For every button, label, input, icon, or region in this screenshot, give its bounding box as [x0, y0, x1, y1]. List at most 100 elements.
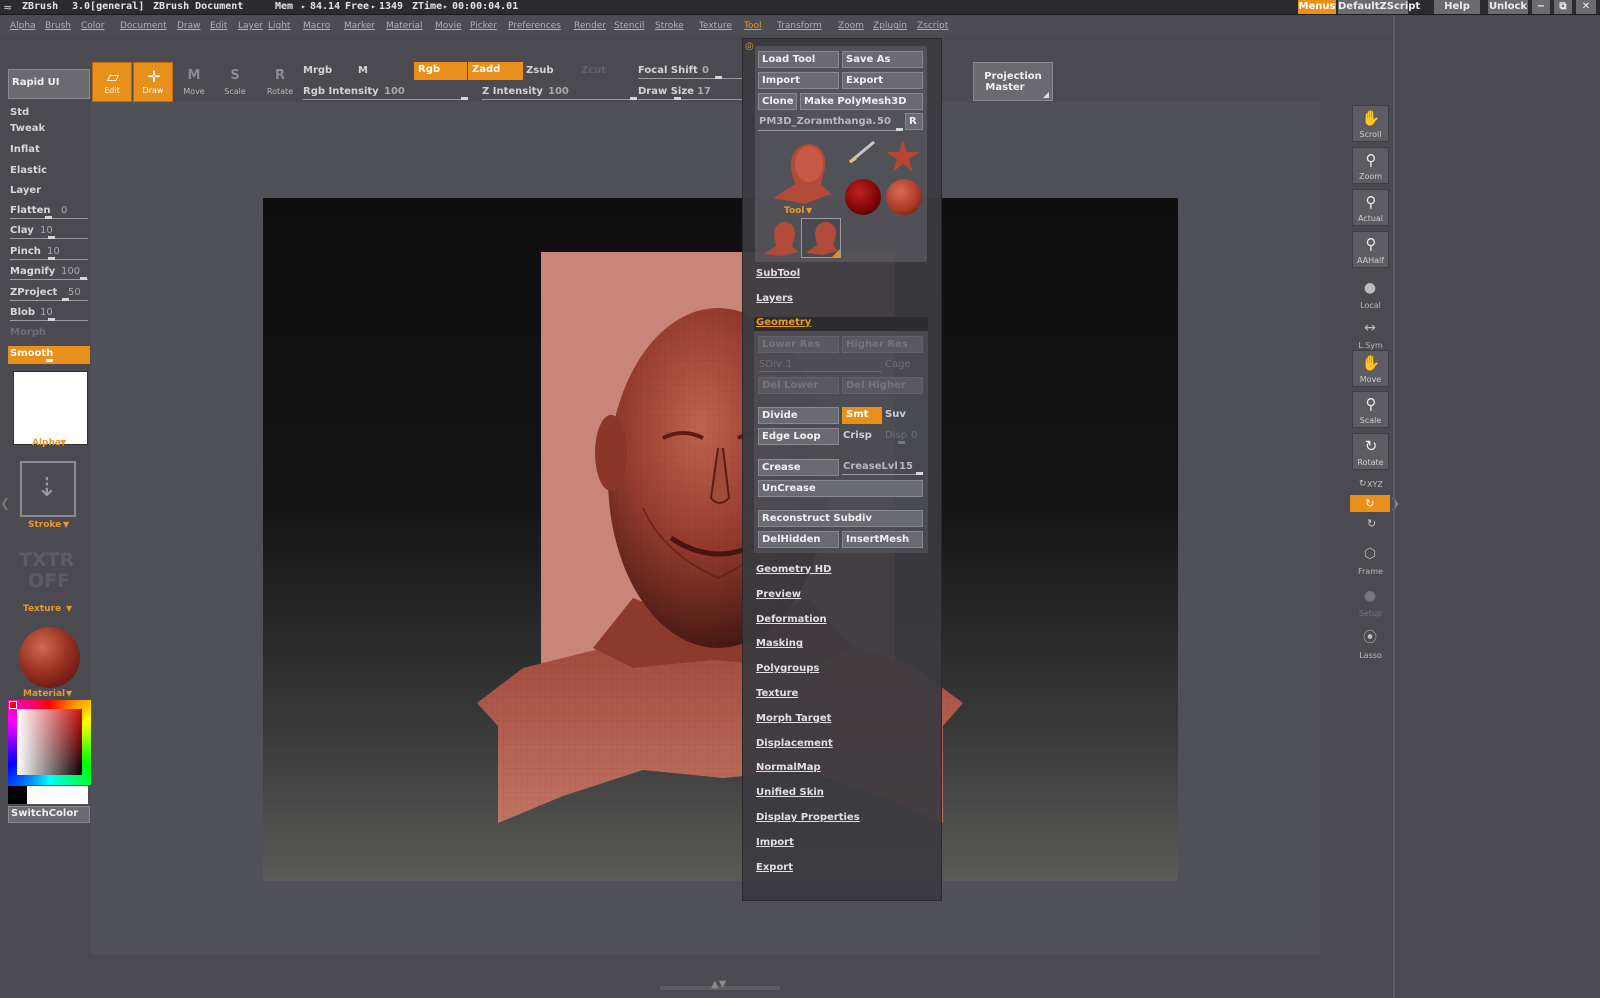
menu-zoom[interactable]: Zoom	[838, 20, 864, 32]
crisp-toggle[interactable]: Crisp	[843, 430, 872, 441]
uncrease-button[interactable]: UnCrease	[758, 480, 923, 497]
creaselvl-knob[interactable]	[916, 472, 923, 475]
rotate-view-button[interactable]: ↻ Rotate	[1352, 433, 1389, 470]
menu-brush[interactable]: Brush	[45, 20, 71, 32]
brush-magnify-knob[interactable]	[80, 277, 87, 280]
draw-size-track[interactable]	[638, 99, 742, 100]
geometry-section-header[interactable]: Geometry	[754, 317, 928, 331]
crease-button[interactable]: Crease	[758, 459, 839, 476]
material-label[interactable]: Material	[23, 689, 65, 699]
section-display-properties[interactable]: Display Properties	[756, 812, 860, 823]
section-preview[interactable]: Preview	[756, 589, 801, 600]
stroke-label[interactable]: Stroke	[28, 520, 61, 530]
load-tool-button[interactable]: Load Tool	[758, 51, 839, 68]
menu-marker[interactable]: Marker	[344, 20, 375, 32]
document-canvas[interactable]	[263, 198, 1178, 881]
menu-document[interactable]: Document	[120, 20, 167, 32]
rgb-toggle[interactable]: Rgb	[414, 62, 467, 80]
right-dock-arrow-icon[interactable]: ❯	[1390, 496, 1400, 510]
menu-edit[interactable]: Edit	[210, 20, 227, 32]
delhidden-button[interactable]: DelHidden	[758, 531, 839, 548]
zoom-button[interactable]: ⚲ Zoom	[1352, 147, 1389, 184]
menu-tool[interactable]: Tool	[744, 20, 761, 32]
make-polymesh-button[interactable]: Make PolyMesh3D	[800, 93, 923, 110]
edit-mode-button[interactable]: ▱ Edit	[92, 62, 132, 102]
save-as-button[interactable]: Save As	[842, 51, 923, 68]
rapid-ui-button[interactable]: Rapid UI	[8, 69, 90, 99]
brush-elastic[interactable]: Elastic	[10, 165, 47, 176]
menu-zplugin[interactable]: Zplugin	[873, 20, 907, 32]
section-deformation[interactable]: Deformation	[756, 614, 827, 625]
z-rotate-icon[interactable]: ↻	[1367, 517, 1376, 530]
tool-current-label[interactable]: Tool	[784, 206, 804, 216]
menu-zscript[interactable]: Zscript	[917, 20, 948, 32]
palette-pin-icon[interactable]: ◎	[745, 41, 754, 52]
rgb-intensity-track[interactable]	[303, 99, 465, 100]
z-intensity-label[interactable]: Z Intensity	[482, 86, 543, 97]
color-picker[interactable]	[8, 700, 91, 785]
restore-icon[interactable]: ⧉	[1553, 0, 1572, 14]
rgb-intensity-label[interactable]: Rgb Intensity	[303, 86, 379, 97]
edge-loop-button[interactable]: Edge Loop	[758, 428, 839, 445]
brush-zproject-knob[interactable]	[62, 298, 69, 301]
smooth-slider-knob[interactable]	[46, 359, 53, 362]
scale-view-button[interactable]: ⚲ Scale	[1352, 391, 1389, 428]
stroke-thumbnail[interactable]: ⇣	[20, 461, 76, 517]
texture-label[interactable]: Texture	[23, 604, 61, 614]
r-button[interactable]: R	[905, 113, 923, 130]
brush-pinch-label[interactable]: Pinch	[10, 246, 41, 257]
section-normalmap[interactable]: NormalMap	[756, 762, 821, 773]
close-icon[interactable]: ✕	[1575, 0, 1596, 14]
menu-movie[interactable]: Movie	[435, 20, 462, 32]
brush-zproject-track[interactable]	[10, 300, 88, 301]
export-tool-button[interactable]: Export	[842, 72, 923, 89]
tool-thumbnail-head-small-2[interactable]	[801, 218, 841, 258]
xyz-label[interactable]: XYZ	[1367, 480, 1383, 489]
section-texture[interactable]: Texture	[756, 688, 798, 699]
divide-button[interactable]: Divide	[758, 407, 839, 424]
zadd-toggle[interactable]: Zadd	[468, 62, 523, 80]
draw-mode-button[interactable]: ✛ Draw	[133, 62, 173, 102]
lsym-button[interactable]: ↔ L.Sym	[1352, 315, 1389, 352]
help-button[interactable]: Help	[1433, 0, 1480, 14]
rgb-intensity-knob[interactable]	[461, 97, 468, 100]
scale-mode-button[interactable]: S Scale	[215, 62, 255, 102]
secondary-color-swatch[interactable]	[8, 786, 27, 804]
subtool-section[interactable]: SubTool	[756, 268, 800, 279]
section-unified-skin[interactable]: Unified Skin	[756, 787, 824, 798]
tool-thumbnail-head-small-1[interactable]	[760, 218, 800, 258]
menu-layer[interactable]: Layer	[238, 20, 263, 32]
brush-magnify-label[interactable]: Magnify	[10, 266, 55, 277]
focal-shift-track[interactable]	[638, 78, 742, 79]
section-morph-target[interactable]: Morph Target	[756, 713, 831, 724]
menus-button[interactable]: Menus	[1297, 0, 1336, 14]
menu-texture[interactable]: Texture	[699, 20, 732, 32]
main-color-swatch[interactable]	[27, 786, 88, 804]
alpha-thumbnail[interactable]	[13, 371, 88, 445]
tool-thumbnail-pencil[interactable]	[846, 138, 880, 168]
focal-shift-knob[interactable]	[715, 76, 722, 79]
mrgb-toggle[interactable]: Mrgb	[303, 65, 332, 76]
m-toggle[interactable]: M	[358, 65, 368, 76]
menu-stroke[interactable]: Stroke	[655, 20, 684, 32]
tool-thumbnail-head[interactable]	[765, 140, 833, 206]
menu-material[interactable]: Material	[386, 20, 423, 32]
menu-color[interactable]: Color	[81, 20, 105, 32]
move-view-button[interactable]: ✋ Move	[1352, 350, 1389, 387]
brush-flatten-knob[interactable]	[45, 216, 52, 219]
brush-inflat[interactable]: Inflat	[10, 144, 40, 155]
brush-blob-label[interactable]: Blob	[10, 307, 35, 318]
section-export[interactable]: Export	[756, 862, 793, 873]
brush-layer[interactable]: Layer	[10, 185, 41, 196]
layers-section[interactable]: Layers	[756, 293, 793, 304]
tool-slider-knob[interactable]	[896, 128, 903, 131]
menu-preferences[interactable]: Preferences	[508, 20, 561, 32]
tool-thumbnail-sphere[interactable]	[886, 179, 922, 215]
minimize-icon[interactable]: −	[1531, 0, 1550, 14]
projection-master-button[interactable]: Projection Master ◢	[973, 62, 1053, 101]
brush-zproject-label[interactable]: ZProject	[10, 287, 57, 298]
creaselvl-label[interactable]: CreaseLvl	[843, 461, 898, 472]
creaselvl-track[interactable]	[842, 474, 922, 475]
brush-clay-label[interactable]: Clay	[10, 225, 34, 236]
suv-toggle[interactable]: Suv	[885, 409, 906, 420]
